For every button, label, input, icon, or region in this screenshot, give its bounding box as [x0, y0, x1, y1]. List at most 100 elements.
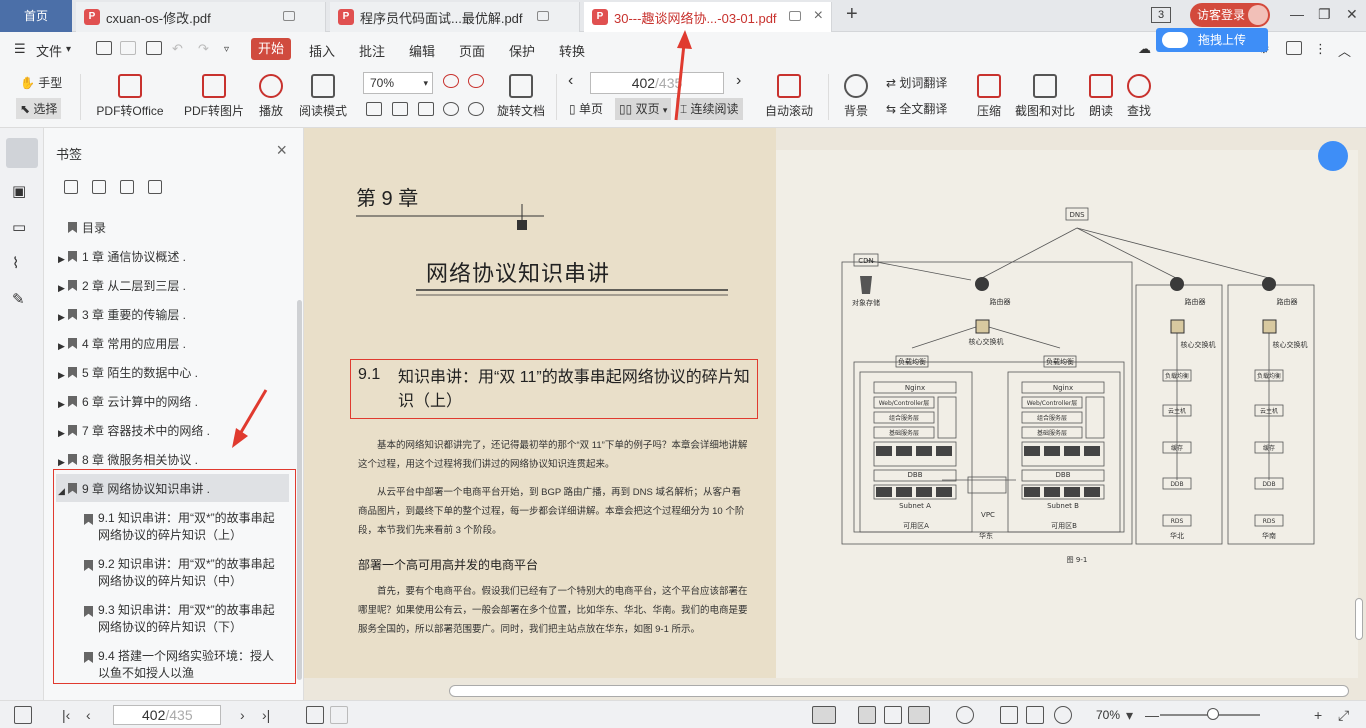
drag-upload-button[interactable]: 拖拽上传	[1156, 28, 1268, 52]
sidebar-toggle-icon[interactable]	[14, 706, 32, 724]
continuous-mode-icon[interactable]	[858, 706, 876, 724]
collapse-ribbon-icon[interactable]: ︿	[1338, 41, 1351, 60]
eye-protect-icon[interactable]	[812, 706, 836, 724]
window-close-icon[interactable]: ✕	[1346, 6, 1358, 23]
actual-size-icon[interactable]	[1000, 706, 1018, 724]
undo-icon[interactable]: ↶	[172, 41, 183, 57]
attachment-icon[interactable]: ⌇	[12, 254, 32, 274]
visitor-login-button[interactable]: 访客登录	[1190, 3, 1270, 27]
zoom-out-icon[interactable]: —	[1145, 707, 1159, 723]
prev-page-icon[interactable]: ‹	[86, 707, 91, 723]
rotate-document-button[interactable]: 旋转文档	[496, 74, 546, 119]
comment-icon[interactable]	[1286, 41, 1302, 55]
pdf-to-office-button[interactable]: PDF转Office	[92, 74, 168, 119]
rotate-left-icon[interactable]	[443, 102, 459, 116]
zoom-in-icon[interactable]: +	[1314, 707, 1322, 723]
rotate-icon[interactable]	[1054, 706, 1072, 724]
single-page-button[interactable]: ▯ 单页	[565, 98, 607, 120]
open-folder-icon[interactable]	[96, 41, 112, 55]
cloud-sync-icon[interactable]: ☁	[1138, 41, 1151, 57]
play-button[interactable]: 播放	[256, 74, 286, 119]
fit-width-icon[interactable]	[418, 102, 434, 116]
tab-window-icon[interactable]	[537, 11, 549, 21]
doc-tab-1[interactable]: P cxuan-os-修改.pdf	[76, 2, 326, 32]
zoom-slider-handle[interactable]	[1207, 708, 1219, 720]
home-tab[interactable]: 首页	[0, 0, 72, 32]
chevron-right-icon[interactable]: ▶	[58, 396, 65, 412]
first-page-icon[interactable]: |‹	[62, 707, 70, 723]
page-number-input[interactable]: 402/435	[590, 72, 724, 94]
menu-annotate[interactable]: 批注	[359, 41, 385, 60]
tab-window-icon[interactable]	[283, 11, 295, 21]
play-icon[interactable]	[956, 706, 974, 724]
read-aloud-button[interactable]: 朗读	[1088, 74, 1114, 119]
horizontal-scrollbar[interactable]	[449, 685, 1349, 697]
next-page-icon[interactable]: ›	[736, 72, 741, 90]
add-tab-icon[interactable]: +	[846, 3, 858, 26]
screenshot-compare-button[interactable]: 截图和对比	[1014, 74, 1076, 119]
more-chevron-icon[interactable]: ▿	[224, 44, 229, 55]
collapse-all-icon[interactable]	[92, 180, 106, 194]
chevron-down-icon[interactable]: ▾	[66, 44, 71, 55]
fullscreen-icon[interactable]: ⤢	[1338, 707, 1349, 724]
delete-bookmark-icon[interactable]	[148, 180, 162, 194]
hamburger-icon[interactable]: ☰	[14, 41, 26, 57]
doc-tab-2[interactable]: P 程序员代码面试...最优解.pdf	[330, 2, 580, 32]
fit-page-icon[interactable]	[1026, 706, 1044, 724]
signature-icon[interactable]: ✎	[12, 290, 32, 310]
print-icon[interactable]	[146, 41, 162, 55]
menu-convert[interactable]: 转换	[559, 41, 585, 60]
bookmark-scrollbar[interactable]	[297, 300, 302, 680]
add-bookmark-icon[interactable]	[120, 180, 134, 194]
chevron-right-icon[interactable]: ▶	[58, 367, 65, 383]
menu-file[interactable]: 文件	[36, 41, 62, 60]
zoom-select[interactable]: 70% ▾	[363, 72, 433, 94]
prev-page-icon[interactable]: ‹	[568, 72, 573, 90]
select-tool-button[interactable]: ⬉ 选择	[16, 98, 62, 119]
compress-button[interactable]: 压缩	[976, 74, 1002, 119]
menu-page[interactable]: 页面	[459, 41, 485, 60]
actual-size-icon[interactable]	[366, 102, 382, 116]
rotate-right-icon[interactable]	[468, 102, 484, 116]
doc-tab-3-active[interactable]: P 30---趣谈网络协...-03-01.pdf ×	[584, 2, 832, 32]
chevron-right-icon[interactable]: ▶	[58, 309, 65, 325]
pdf-to-image-button[interactable]: PDF转图片	[184, 74, 244, 119]
auto-scroll-button[interactable]: 自动滚动	[760, 74, 818, 119]
menu-edit[interactable]: 编辑	[409, 41, 435, 60]
chevron-right-icon[interactable]: ▶	[58, 251, 65, 267]
chevron-right-icon[interactable]: ▶	[58, 425, 65, 441]
read-mode-button[interactable]: 阅读模式	[298, 74, 348, 119]
floating-action-button[interactable]	[1318, 141, 1348, 171]
menu-start[interactable]: 开始	[251, 38, 291, 60]
expand-all-icon[interactable]	[64, 180, 78, 194]
more-icon[interactable]: ⋮	[1314, 41, 1327, 57]
zoom-in-icon[interactable]	[468, 74, 484, 88]
next-page-icon[interactable]: ›	[240, 707, 245, 723]
document-viewer[interactable]: 第 9 章 网络协议知识串讲 9.1 知识串讲：用“双 11”的故事串起网络协议…	[304, 128, 1366, 700]
double-mode-icon[interactable]	[908, 706, 930, 724]
chevron-right-icon[interactable]: ▶	[58, 454, 65, 470]
zoom-out-icon[interactable]	[443, 74, 459, 88]
thumbnail-icon[interactable]: ▣	[12, 182, 32, 202]
forward-icon[interactable]	[330, 706, 348, 724]
chevron-down-icon[interactable]: ▾	[1126, 707, 1133, 724]
status-page-input[interactable]: 402/435	[113, 705, 221, 725]
back-icon[interactable]	[306, 706, 324, 724]
close-icon[interactable]: ×	[276, 140, 287, 161]
background-button[interactable]: 背景	[840, 74, 872, 119]
double-page-button[interactable]: ▯▯ 双页 ▾	[615, 98, 672, 120]
status-zoom-value[interactable]: 70%	[1096, 708, 1120, 722]
close-icon[interactable]: ×	[814, 7, 823, 25]
full-translate-button[interactable]: ⇆ 全文翻译	[886, 100, 947, 117]
hand-tool-button[interactable]: ✋ 手型	[20, 74, 62, 91]
fit-page-icon[interactable]	[392, 102, 408, 116]
word-translate-button[interactable]: ⇄ 划词翻译	[886, 74, 947, 91]
menu-insert[interactable]: 插入	[309, 41, 335, 60]
single-mode-icon[interactable]	[884, 706, 902, 724]
minimize-icon[interactable]: —	[1290, 6, 1304, 22]
chevron-right-icon[interactable]: ▶	[58, 280, 65, 296]
tab-window-icon[interactable]	[789, 11, 801, 21]
continuous-read-button[interactable]: ⌶ 连续阅读	[676, 98, 743, 120]
chevron-right-icon[interactable]: ▶	[58, 338, 65, 354]
redo-icon[interactable]: ↷	[198, 41, 209, 57]
